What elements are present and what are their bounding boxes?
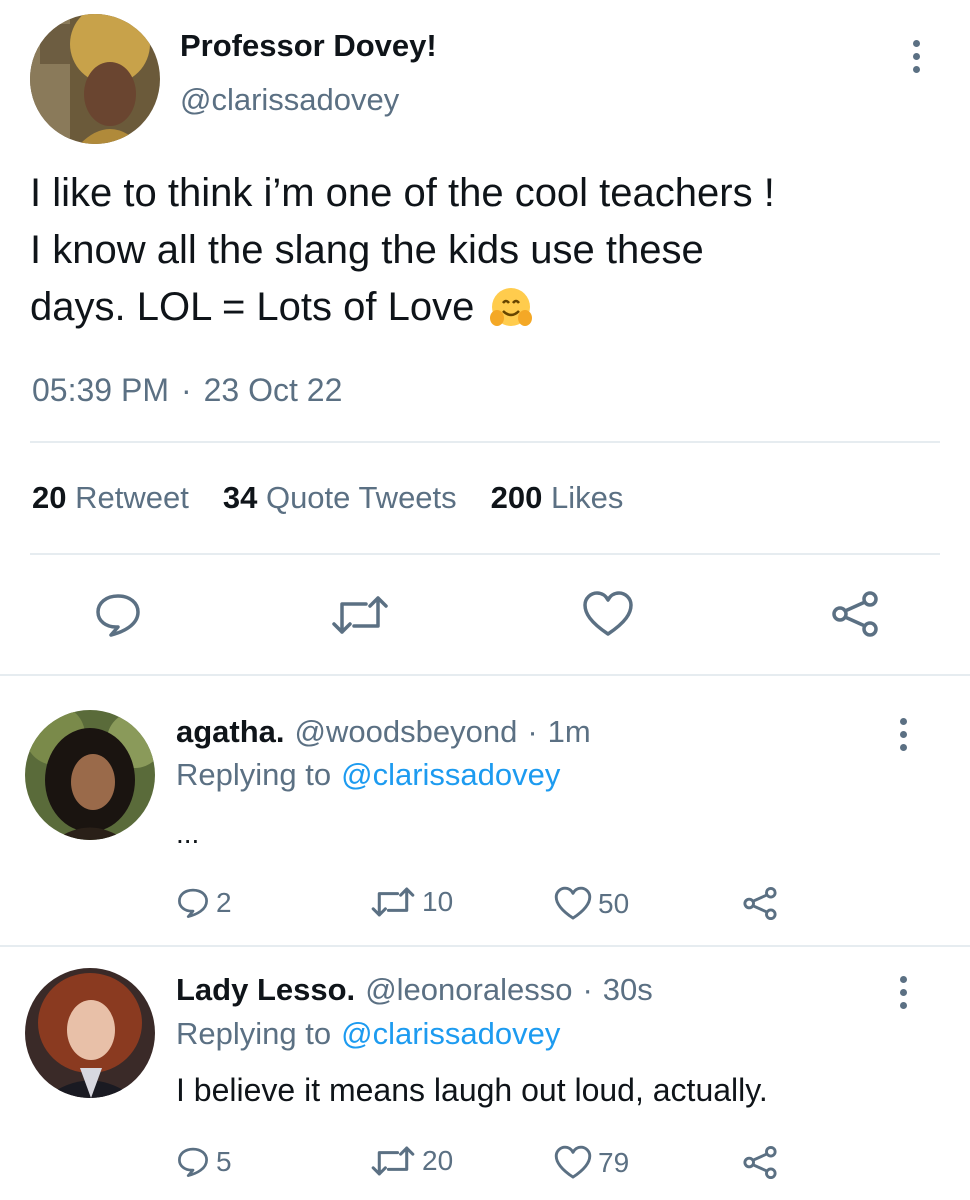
- retweet-count: 10: [422, 886, 454, 917]
- quote-count: 34: [222, 480, 258, 515]
- replying-to: Replying to @clarissadovey: [176, 757, 560, 793]
- author-name[interactable]: Professor Dovey!: [180, 28, 437, 64]
- reply-count: 2: [216, 887, 232, 918]
- retweet-count: 20: [32, 480, 67, 515]
- like-icon[interactable]: [582, 590, 634, 638]
- retweet-label: Retweet: [75, 480, 189, 515]
- reply-icon: [176, 1145, 210, 1179]
- like-label: Likes: [551, 480, 624, 515]
- author-handle[interactable]: @clarissadovey: [180, 82, 399, 118]
- tweet-text-line-content: days. LOL = Lots of Love: [30, 285, 475, 329]
- quote-label: Quote Tweets: [265, 480, 457, 515]
- more-icon[interactable]: [896, 718, 910, 751]
- tweet-time: 05:39 PM: [32, 372, 169, 408]
- like-icon: [554, 1145, 592, 1180]
- reply-author-name[interactable]: Lady Lesso.: [176, 972, 355, 1008]
- reply-separator: ·: [582, 972, 593, 1007]
- reply-author-handle[interactable]: @leonoralesso: [365, 972, 572, 1008]
- reply-count: 5: [216, 1146, 232, 1177]
- more-icon[interactable]: [896, 976, 910, 1009]
- avatar[interactable]: [30, 14, 160, 144]
- share-icon[interactable]: [742, 886, 778, 921]
- reply-author-handle[interactable]: @woodsbeyond: [295, 714, 518, 750]
- divider: [30, 553, 940, 555]
- reply-age: 30s: [602, 972, 653, 1007]
- share-icon[interactable]: [830, 590, 880, 638]
- reply-action[interactable]: 2: [176, 886, 232, 920]
- reply-icon: [176, 886, 210, 920]
- tweet-text-line: I know all the slang the kids use these: [30, 228, 704, 272]
- more-icon[interactable]: [909, 40, 923, 73]
- tweet-date: 23 Oct 22: [203, 372, 343, 408]
- hugging-face-emoji: [488, 285, 534, 331]
- like-count: 50: [598, 887, 630, 919]
- retweet-icon: [370, 886, 416, 918]
- divider: [0, 674, 970, 676]
- reply-text: I believe it means laugh out loud, actua…: [176, 1072, 768, 1108]
- like-icon: [554, 886, 592, 921]
- reply-text: ...: [176, 818, 200, 849]
- replying-to-link[interactable]: @clarissadovey: [341, 1016, 560, 1052]
- like-action[interactable]: 79: [554, 1145, 629, 1180]
- divider: [30, 441, 940, 443]
- reply-header: Lady Lesso. @leonoralesso · 30s: [176, 972, 653, 1008]
- avatar[interactable]: [25, 710, 155, 840]
- tweet-text-line: days. LOL = Lots of Love: [30, 279, 775, 336]
- reply-icon[interactable]: [93, 590, 143, 640]
- like-action[interactable]: 50: [554, 886, 629, 921]
- reply-age: 1m: [547, 714, 591, 749]
- divider: [0, 945, 970, 947]
- retweet-action[interactable]: 10: [370, 886, 453, 918]
- like-stat[interactable]: 200 Likes: [491, 480, 624, 516]
- replying-label: Replying to: [176, 757, 332, 792]
- tweet-text-line: I like to think i’m one of the cool teac…: [30, 171, 775, 215]
- like-count: 79: [598, 1146, 630, 1178]
- tweet-text: I like to think i’m one of the cool teac…: [30, 165, 775, 336]
- reply-header: agatha. @woodsbeyond · 1m: [176, 714, 591, 750]
- replying-to-link[interactable]: @clarissadovey: [341, 757, 560, 793]
- reply-separator: ·: [527, 714, 538, 749]
- reply-action[interactable]: 5: [176, 1145, 232, 1179]
- retweet-icon: [370, 1145, 416, 1177]
- tweet-stats: 20 Retweet 34 Quote Tweets 200 Likes: [32, 480, 623, 516]
- like-count: 200: [490, 480, 543, 515]
- retweet-icon[interactable]: [330, 594, 390, 636]
- retweet-stat[interactable]: 20 Retweet: [32, 480, 189, 516]
- replying-to: Replying to @clarissadovey: [176, 1016, 560, 1052]
- retweet-action[interactable]: 20: [370, 1145, 453, 1177]
- replying-label: Replying to: [176, 1016, 332, 1051]
- reply-author-name[interactable]: agatha.: [176, 714, 285, 750]
- tweet-timestamp: 05:39 PM · 23 Oct 22: [32, 372, 342, 409]
- quote-stat[interactable]: 34 Quote Tweets: [223, 480, 457, 516]
- tweet-time-separator: ·: [180, 372, 192, 408]
- retweet-count: 20: [422, 1145, 454, 1176]
- avatar[interactable]: [25, 968, 155, 1098]
- share-icon[interactable]: [742, 1145, 778, 1180]
